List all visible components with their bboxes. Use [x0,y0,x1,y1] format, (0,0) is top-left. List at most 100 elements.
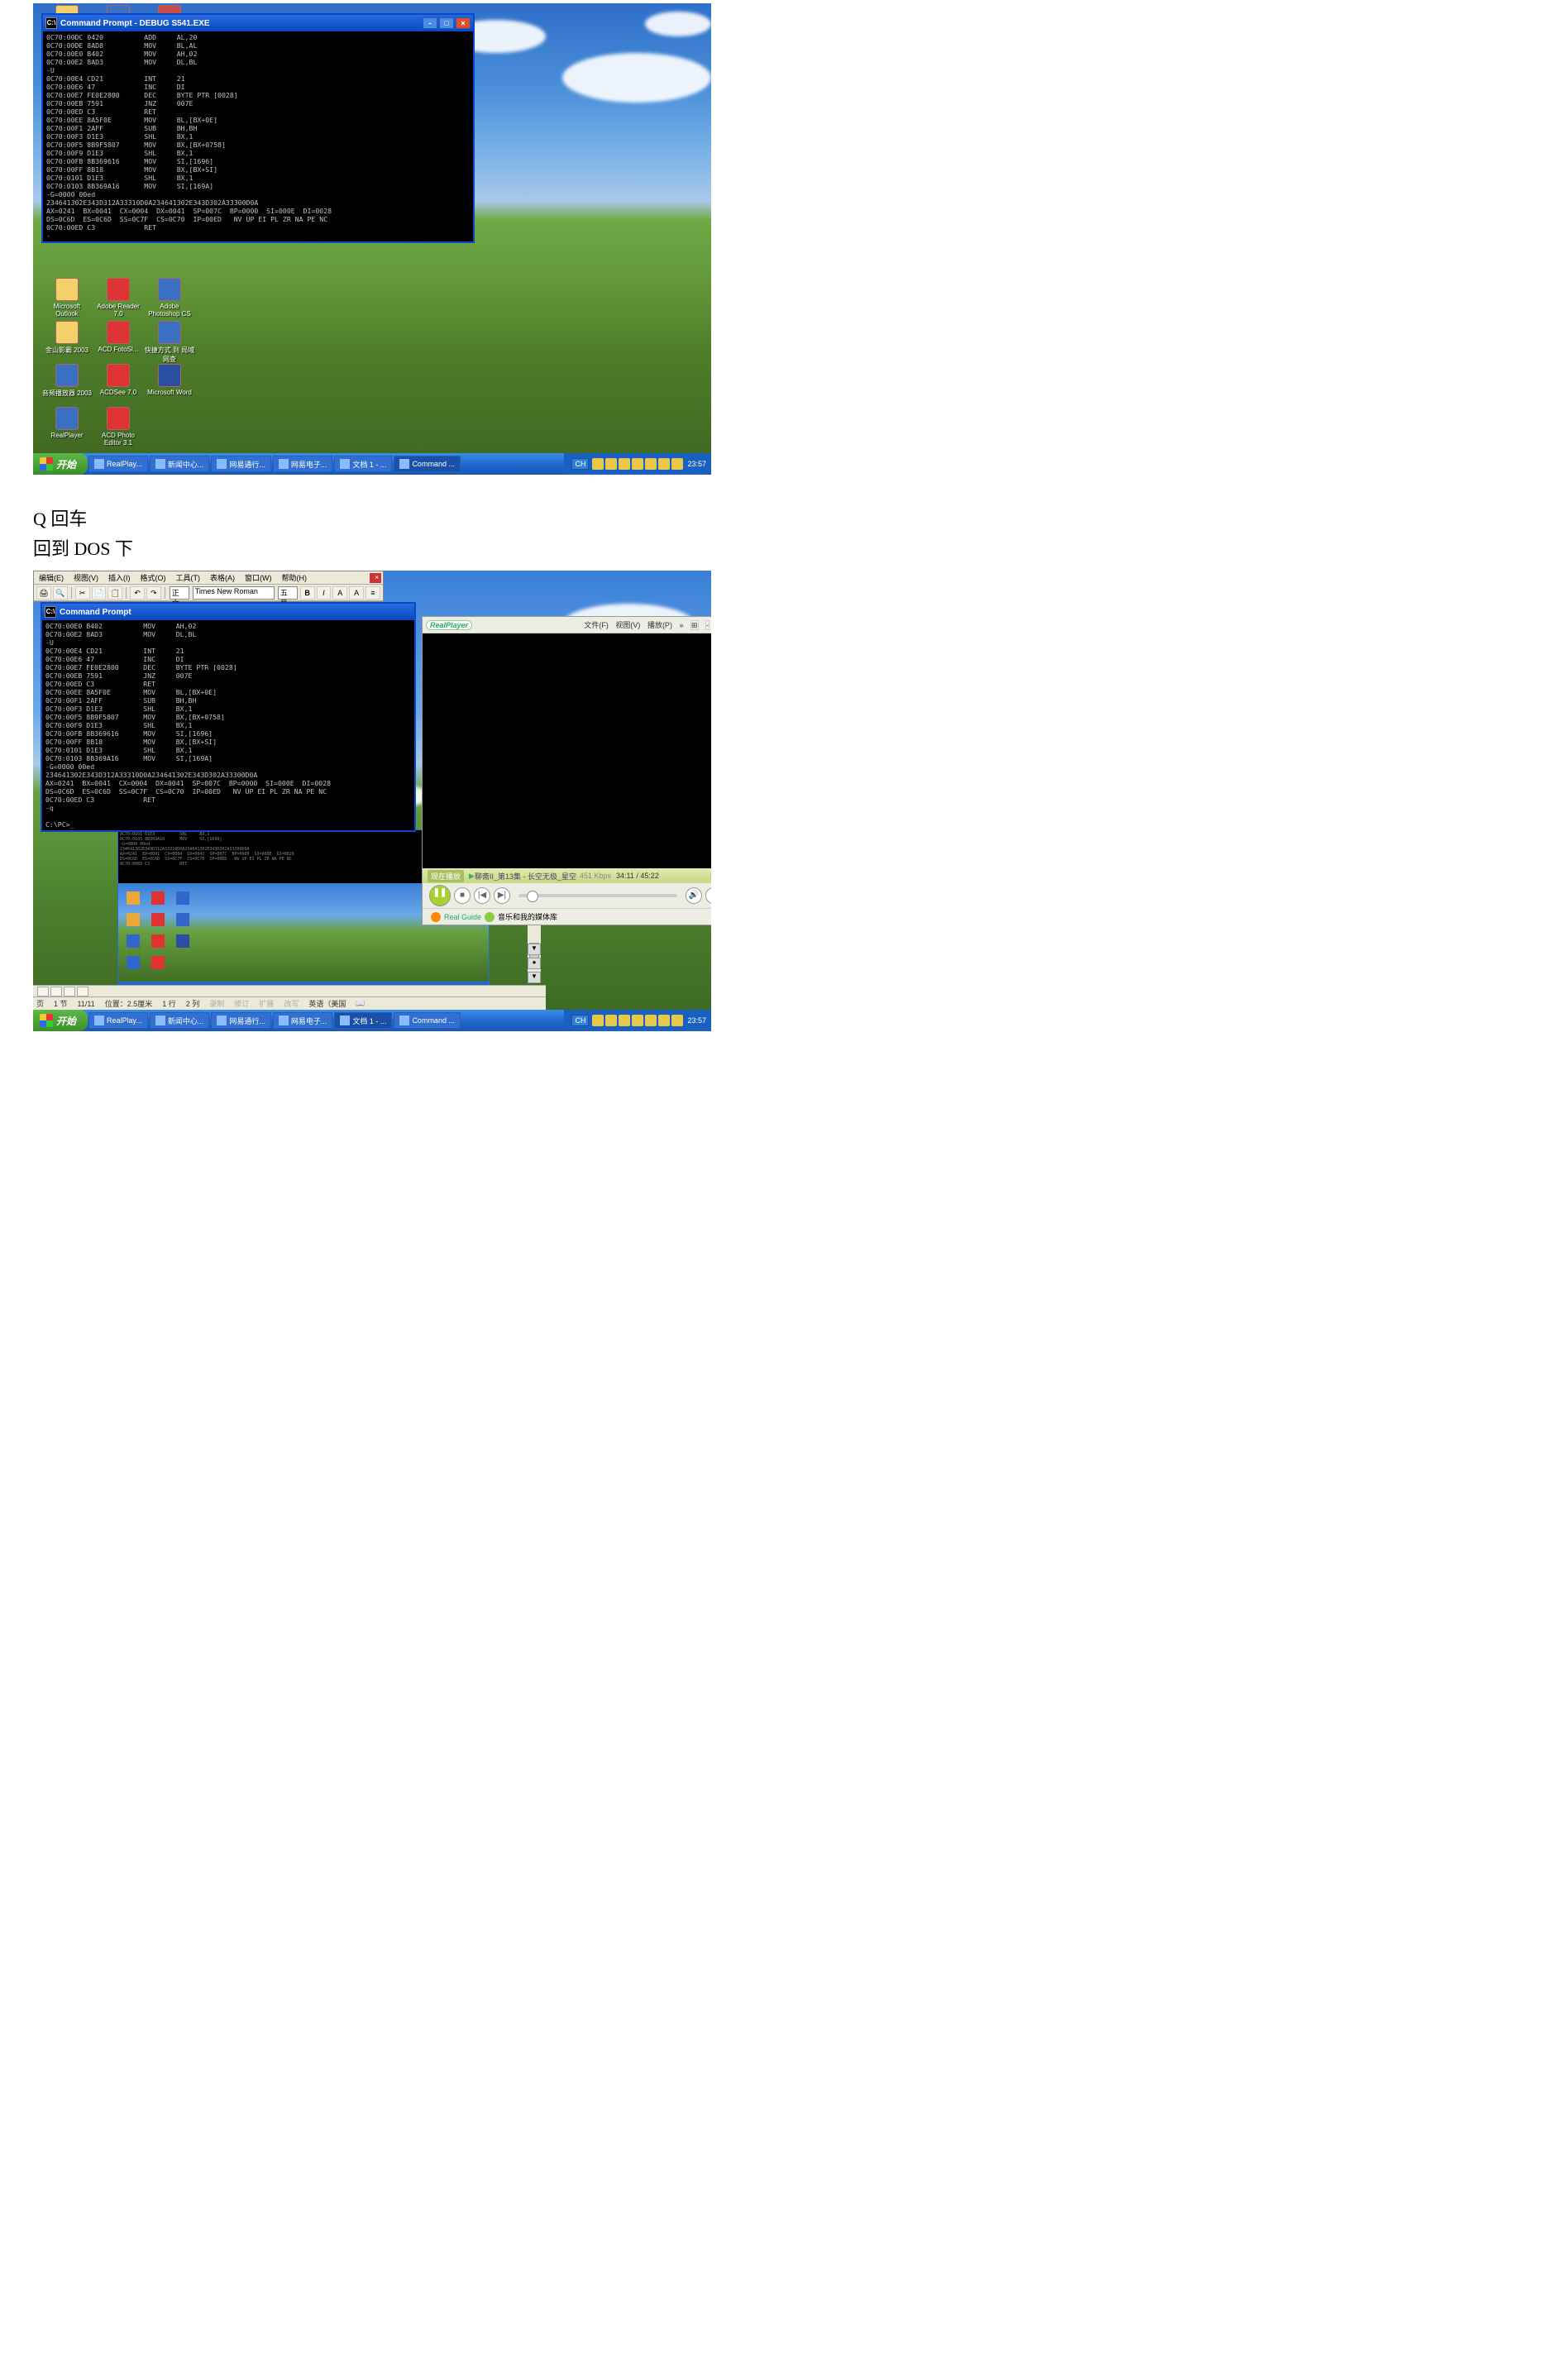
taskbar-item[interactable]: 新闻中心... [150,456,210,472]
view-outline-button[interactable] [77,987,88,996]
doc-close-button[interactable]: × [370,573,381,583]
desktop-icon[interactable]: ACD FotoSl... [93,319,144,362]
desktop-icon[interactable]: Adobe Reader 7.0 [93,276,144,319]
realplayer-window[interactable]: RealPlayer 文件(F) 视图(V) 播放(P) » ⊞ - □ 现在播… [422,616,711,925]
menu-item[interactable]: 编辑(E) [34,572,69,583]
taskbar-item[interactable]: 网易电子... [273,456,333,472]
taskbar-item[interactable]: Command ... [394,456,461,472]
cut-button[interactable]: ✂ [75,586,90,600]
desktop-icon[interactable]: 快捷方式 到 局域网查 [144,319,195,362]
ime-indicator[interactable]: CH [571,458,589,470]
cmd-titlebar[interactable]: C:\ Command Prompt - DEBUG S541.EXE - □ … [43,15,473,31]
tray-icon[interactable] [605,1015,617,1026]
scroll-down-button[interactable]: ▼ [528,944,541,955]
tray-icon[interactable] [658,1015,670,1026]
rp-next-button[interactable]: ▶| [494,887,510,904]
rp-min-button[interactable]: - [705,620,710,630]
copy-button[interactable]: 📄 [92,586,107,600]
desktop-icon[interactable]: ACDSee 7.0 [93,362,144,405]
desktop-icon[interactable]: 金山影霸 2003 [41,319,93,362]
desktop-icon[interactable]: 音频播放器 2003 [41,362,93,405]
taskbar-item[interactable]: 文档 1 - ... [334,1012,392,1029]
cmd-output[interactable]: 0C70:00E0 B402 MOV AH,02 0C70:00E2 8AD3 … [42,620,414,830]
rp-status-icon[interactable] [710,869,711,882]
desktop-icon[interactable]: Microsoft Outlook [41,276,93,319]
desktop-icon[interactable]: RealPlayer [41,405,93,448]
rp-tool-button[interactable]: ⊞ [690,620,699,630]
taskbar-item[interactable]: 网易通行... [211,456,271,472]
system-tray[interactable]: CH 23:57 [564,453,711,475]
style-select[interactable]: 正文 [170,586,189,600]
box-a-button[interactable]: A [332,586,347,600]
paste-button[interactable]: 📋 [108,586,122,600]
clock[interactable]: 23:57 [687,460,706,468]
menu-item[interactable]: 插入(I) [103,572,136,583]
taskbar-item[interactable]: 新闻中心... [150,1012,210,1029]
rp-play-button[interactable]: ❚❚ [429,885,451,906]
desktop-icon[interactable]: ACD Photo Editor 3.1 [93,405,144,448]
desktop-icon[interactable]: Adobe Photoshop CS [144,276,195,319]
tray-icon[interactable] [619,1015,630,1026]
tray-icon[interactable] [592,458,604,470]
rp-library-link[interactable]: 音乐和我的媒体库 [498,911,557,922]
rp-vol-button[interactable]: + [705,887,711,904]
realplayer-titlebar[interactable]: RealPlayer 文件(F) 视图(V) 播放(P) » ⊞ - □ [423,617,711,633]
tray-icon[interactable] [632,1015,643,1026]
cmd-window-2[interactable]: C:\ Command Prompt 0C70:00E0 B402 MOV AH… [41,602,416,832]
taskbar-item[interactable]: 网易通行... [211,1012,271,1029]
menu-item[interactable]: 表格(A) [205,572,240,583]
menu-item[interactable]: 格式(O) [136,572,171,583]
rp-menu-file[interactable]: 文件(F) [584,621,609,629]
align-button[interactable]: ≡ [366,586,380,600]
tray-icon[interactable] [592,1015,604,1026]
maximize-button[interactable]: □ [439,17,454,29]
menu-item[interactable]: 视图(V) [69,572,103,583]
tray-icon[interactable] [632,458,643,470]
print-button[interactable]: 🖨 [36,586,51,600]
status-ext[interactable]: 扩展 [259,998,274,1009]
status-rev[interactable]: 修订 [234,998,249,1009]
rp-menu-more[interactable]: » [679,621,683,629]
font-select[interactable]: Times New Roman [193,586,275,600]
redo-button[interactable]: ↷ [146,586,161,600]
rp-prev-button[interactable]: |◀ [474,887,490,904]
view-print-button[interactable] [64,987,75,996]
print-preview-button[interactable]: 🔍 [53,586,68,600]
desktop-icon[interactable]: Microsoft Word [144,362,195,405]
tray-icon[interactable] [645,458,657,470]
size-select[interactable]: 五号 [278,586,298,600]
minimize-button[interactable]: - [423,17,437,29]
rp-menu-play[interactable]: 播放(P) [647,621,672,629]
tray-icon[interactable] [605,458,617,470]
desktop[interactable]: 我的文档JIA腾讯QQ C:\ Command Prompt - DEBUG S… [33,3,711,475]
bold-button[interactable]: B [300,586,315,600]
word-window[interactable]: 编辑(E) 视图(V) 插入(I) 格式(O) 工具(T) 表格(A) 窗口(W… [33,571,384,602]
view-web-button[interactable] [50,987,62,996]
status-lang[interactable]: 英语（美国 [308,998,346,1009]
close-button[interactable]: × [456,17,471,29]
tray-icon[interactable] [619,458,630,470]
cmd-window[interactable]: C:\ Command Prompt - DEBUG S541.EXE - □ … [41,13,475,243]
start-button[interactable]: 开始 [33,1010,88,1031]
view-normal-button[interactable] [37,987,49,996]
cmd-output[interactable]: 0C70:00DC 0420 ADD AL,20 0C70:00DE 8AD8 … [43,31,473,241]
rp-menu-view[interactable]: 视图(V) [615,621,640,629]
taskbar-item[interactable]: 文档 1 - ... [334,456,392,472]
menu-item[interactable]: 帮助(H) [277,572,313,583]
status-book-icon[interactable]: 📖 [356,999,369,1008]
taskbar-item[interactable]: 网易电子... [273,1012,333,1029]
taskbar-item[interactable]: RealPlay... [88,456,148,472]
ime-indicator[interactable]: CH [571,1015,589,1026]
taskbar-item[interactable]: RealPlay... [88,1012,148,1029]
tray-icon[interactable] [671,458,683,470]
realplayer-video-area[interactable] [423,633,711,868]
undo-button[interactable]: ↶ [130,586,145,600]
tray-icon[interactable] [658,458,670,470]
browse-prev-button[interactable]: ● [528,958,541,969]
start-button[interactable]: 开始 [33,453,88,475]
rp-stop-button[interactable]: ■ [454,887,471,904]
menu-item[interactable]: 工具(T) [171,572,206,583]
taskbar-item[interactable]: Command ... [394,1012,461,1029]
desktop-2[interactable]: 编辑(E) 视图(V) 插入(I) 格式(O) 工具(T) 表格(A) 窗口(W… [33,571,711,1031]
rp-mute-button[interactable]: 🔊 [686,887,702,904]
